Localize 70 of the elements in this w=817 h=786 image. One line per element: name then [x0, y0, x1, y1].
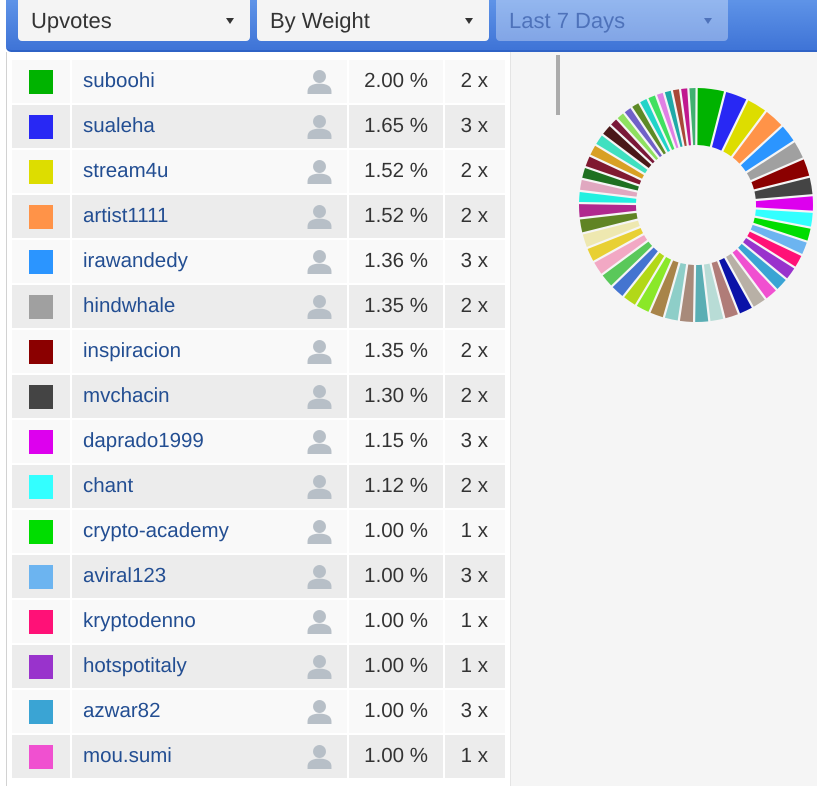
vote-count: 2 x — [460, 474, 488, 499]
voter-name-link[interactable]: inspiracion — [83, 339, 181, 364]
vote-count: 1 x — [460, 609, 488, 634]
vote-weight: 1.52 % — [364, 204, 428, 229]
voter-name-link[interactable]: azwar82 — [83, 699, 160, 724]
vote-count: 3 x — [460, 429, 488, 454]
user-icon — [307, 159, 332, 184]
user-icon — [307, 654, 332, 679]
vote-count: 2 x — [460, 204, 488, 229]
user-icon — [307, 204, 332, 229]
vote-weight: 1.30 % — [364, 384, 428, 409]
vote-weight: 1.52 % — [364, 159, 428, 184]
vote-count: 3 x — [460, 114, 488, 139]
caret-icon — [465, 18, 473, 24]
vote-count: 1 x — [460, 654, 488, 679]
voter-name-link[interactable]: hindwhale — [83, 294, 176, 319]
vote-count: 1 x — [460, 744, 488, 769]
vote-weight: 1.35 % — [364, 294, 428, 319]
vote-count: 3 x — [460, 249, 488, 274]
user-icon — [307, 519, 332, 544]
vote-count: 2 x — [460, 339, 488, 364]
vote-weight: 2.00 % — [364, 69, 428, 94]
user-icon — [307, 474, 332, 499]
user-icon — [307, 114, 332, 139]
vote-count: 1 x — [460, 519, 488, 544]
voter-name-link[interactable]: sualeha — [83, 114, 155, 139]
user-icon — [307, 699, 332, 724]
user-icon — [307, 609, 332, 634]
user-icon — [307, 744, 332, 769]
caret-icon — [226, 18, 234, 24]
vote-weight: 1.35 % — [364, 339, 428, 364]
voter-name-link[interactable]: artist1111 — [83, 204, 168, 229]
user-icon — [307, 564, 332, 589]
vote-weight: 1.00 % — [364, 744, 428, 769]
vote-count: 3 x — [460, 564, 488, 589]
vote-weight: 1.12 % — [364, 474, 428, 499]
filter-dropdown[interactable]: By Weight — [257, 0, 489, 41]
vote-count: 2 x — [460, 69, 488, 94]
user-icon — [307, 294, 332, 319]
vote-count: 2 x — [460, 159, 488, 184]
voter-name-link[interactable]: suboohi — [83, 69, 155, 94]
vote-weight: 1.15 % — [364, 429, 428, 454]
user-icon — [307, 384, 332, 409]
vote-weight: 1.00 % — [364, 564, 428, 589]
vote-weight: 1.65 % — [364, 114, 428, 139]
voter-name-link[interactable]: daprado1999 — [83, 429, 204, 454]
vote-weight: 1.00 % — [364, 699, 428, 724]
user-icon — [307, 339, 332, 364]
vote-weight: 1.00 % — [364, 609, 428, 634]
user-icon — [307, 69, 332, 94]
vote-count: 3 x — [460, 699, 488, 724]
scroll-bar-thumb[interactable] — [556, 55, 560, 115]
vote-count: 2 x — [460, 294, 488, 319]
vote-weight: 1.36 % — [364, 249, 428, 274]
vote-weight: 1.00 % — [364, 654, 428, 679]
voter-name-link[interactable]: chant — [83, 474, 134, 499]
voter-name-link[interactable]: aviral123 — [83, 564, 166, 589]
user-icon — [307, 249, 332, 274]
voter-name-link[interactable]: hotspotitaly — [83, 654, 187, 679]
vote-count: 2 x — [460, 384, 488, 409]
vote-weight: 1.00 % — [364, 519, 428, 544]
voter-name-link[interactable]: kryptodenno — [83, 609, 196, 634]
voter-name-link[interactable]: mvchacin — [83, 384, 170, 409]
voter-name-link[interactable]: irawandedy — [83, 249, 188, 274]
filter-dropdown[interactable]: Upvotes — [18, 0, 250, 41]
voter-name-link[interactable]: stream4u — [83, 159, 168, 184]
user-icon — [307, 429, 332, 454]
caret-icon — [704, 18, 712, 24]
voter-name-link[interactable]: crypto-academy — [83, 519, 229, 544]
voter-name-link[interactable]: mou.sumi — [83, 744, 172, 769]
